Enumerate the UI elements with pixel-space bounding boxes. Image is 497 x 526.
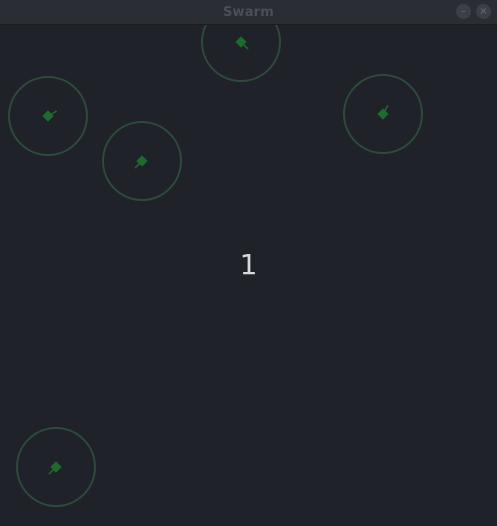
title-bar[interactable]: Swarm – ×	[0, 0, 497, 25]
close-button[interactable]: ×	[476, 4, 491, 19]
minimize-icon: –	[461, 5, 466, 17]
close-icon: ×	[479, 5, 488, 17]
minimize-button[interactable]: –	[456, 4, 471, 19]
swarm-agent	[102, 121, 182, 201]
app-window: Swarm – × 1	[0, 0, 497, 526]
swarm-agent	[8, 76, 88, 156]
window-title: Swarm	[222, 4, 275, 20]
swarm-agent	[201, 25, 281, 82]
sensor-range-ring	[201, 25, 281, 82]
swarm-counter: 1	[239, 248, 258, 281]
swarm-agent	[16, 427, 96, 507]
swarm-agent	[343, 74, 423, 154]
